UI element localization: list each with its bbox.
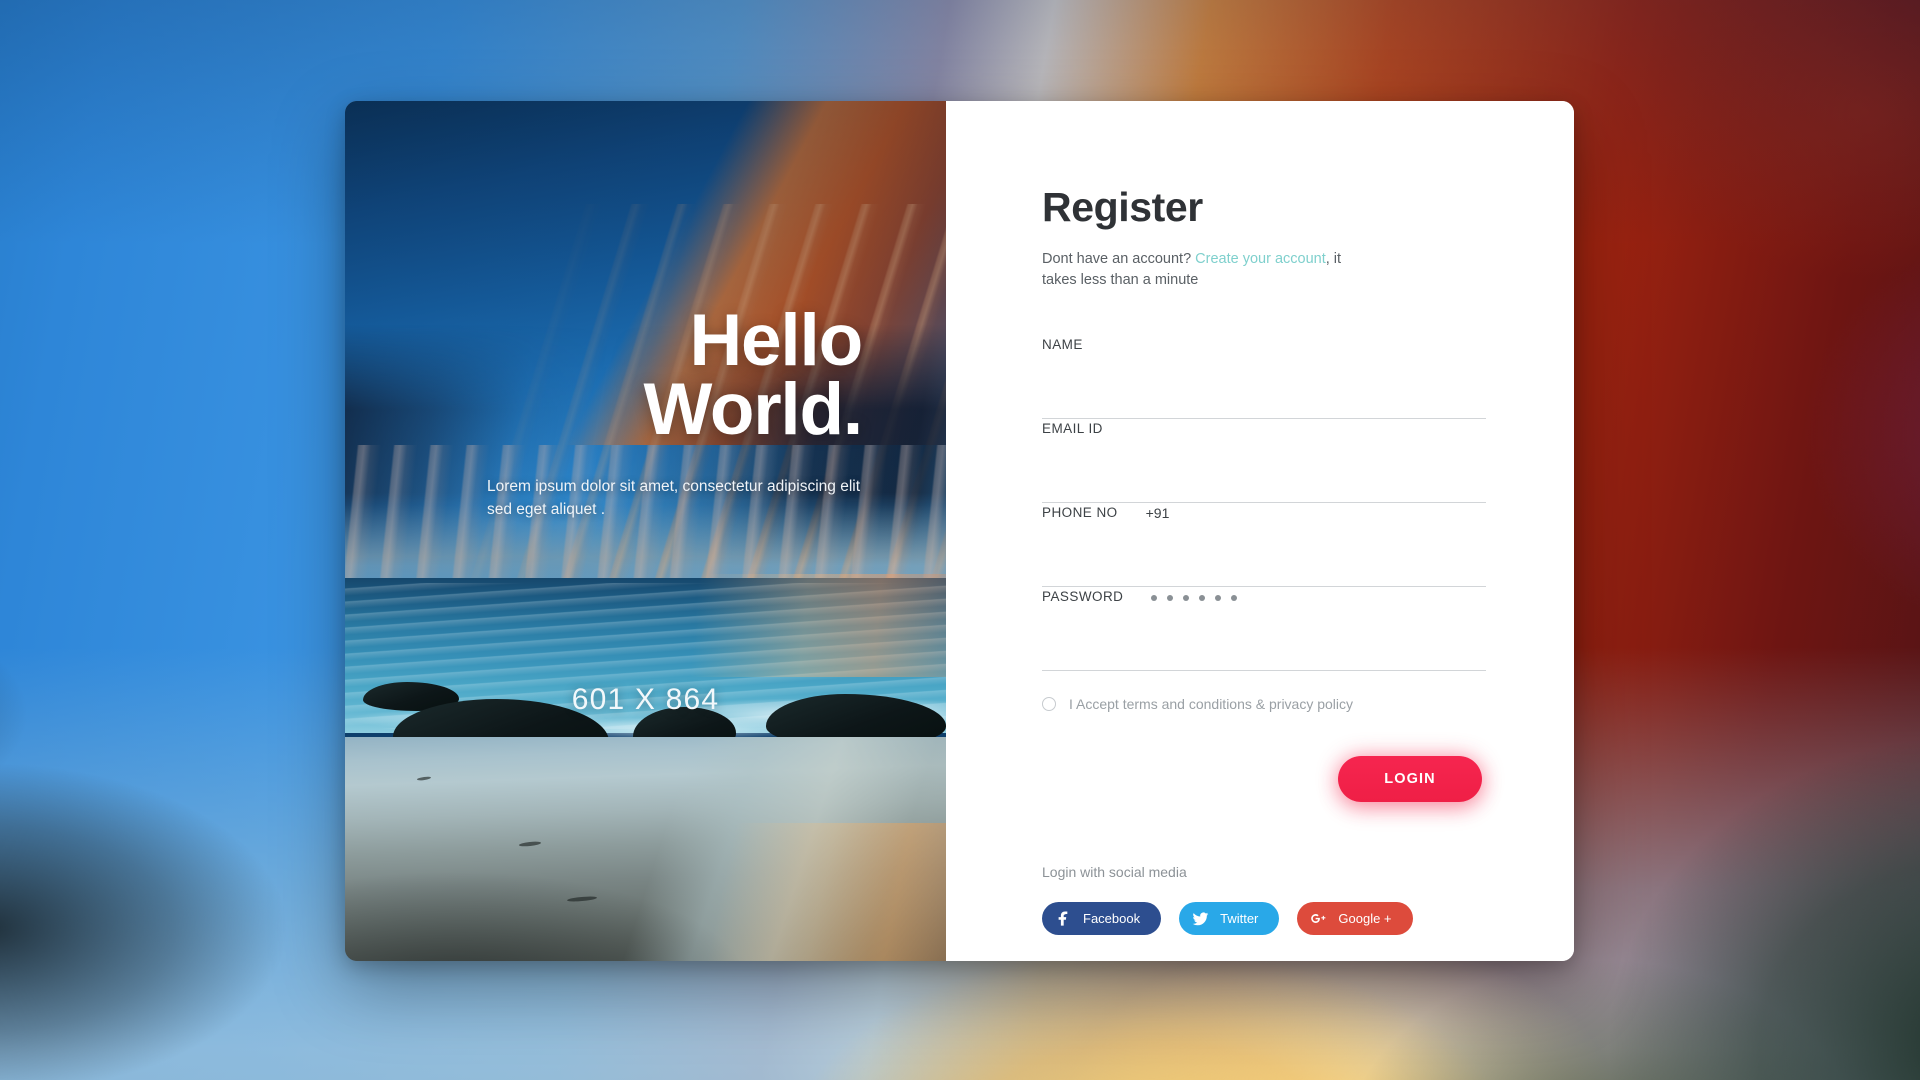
facebook-icon <box>1055 910 1072 927</box>
field-name[interactable]: NAME <box>1042 335 1486 420</box>
radio-unchecked-icon[interactable] <box>1042 697 1056 712</box>
accept-terms-label: I Accept terms and conditions & privacy … <box>1069 696 1354 713</box>
twitter-label: Twitter <box>1220 911 1259 927</box>
sand-shadow <box>345 737 946 961</box>
field-password[interactable]: PASSWORD <box>1042 587 1486 672</box>
field-label-email: EMAIL ID <box>1042 421 1103 437</box>
submit-row: LOGIN <box>1042 756 1486 803</box>
facebook-label: Facebook <box>1083 911 1141 927</box>
image-dimension-label: 601 X 864 <box>571 683 720 716</box>
social-login-buttons: Facebook Twitter Google + <box>1042 902 1486 936</box>
google-plus-label: Google + <box>1338 911 1392 927</box>
field-label-phone: PHONE NO <box>1042 505 1118 521</box>
google-plus-login-button[interactable]: Google + <box>1297 902 1413 936</box>
register-card: Hello World. Lorem ipsum dolor sit amet,… <box>345 101 1574 961</box>
twitter-icon <box>1192 910 1209 927</box>
hero-text-block: Hello World. Lorem ipsum dolor sit amet,… <box>432 304 863 522</box>
password-dot <box>1151 594 1158 601</box>
password-dot <box>1167 594 1174 601</box>
field-phone[interactable]: PHONE NO +91 <box>1042 503 1486 588</box>
signup-hint-prefix: Dont have an account? <box>1042 251 1196 267</box>
login-button[interactable]: LOGIN <box>1338 756 1482 803</box>
password-masked-value[interactable] <box>1151 587 1238 606</box>
signup-hint: Dont have an account? Create your accoun… <box>1042 249 1362 290</box>
password-dot <box>1183 594 1190 601</box>
password-dot <box>1199 594 1206 601</box>
hero-subtext: Lorem ipsum dolor sit amet, consectetur … <box>487 477 861 519</box>
accept-terms-row[interactable]: I Accept terms and conditions & privacy … <box>1042 696 1486 712</box>
register-form-panel: Register Dont have an account? Create yo… <box>946 101 1574 961</box>
social-login-title: Login with social media <box>1042 864 1187 881</box>
create-account-link[interactable]: Create your account <box>1195 251 1326 267</box>
password-dot <box>1231 594 1238 601</box>
field-email[interactable]: EMAIL ID <box>1042 419 1486 504</box>
hero-heading: Hello World. <box>432 304 863 451</box>
google-plus-icon <box>1310 910 1327 927</box>
form-fields: NAME EMAIL ID PHONE NO +91 PASSWORD <box>1042 335 1486 672</box>
field-label-password: PASSWORD <box>1042 589 1124 605</box>
page-title: Register <box>1042 184 1203 230</box>
field-label-name: NAME <box>1042 337 1083 353</box>
password-dot <box>1215 594 1222 601</box>
twitter-login-button[interactable]: Twitter <box>1179 902 1280 936</box>
hero-heading-line-2: World. <box>643 369 863 451</box>
facebook-login-button[interactable]: Facebook <box>1042 902 1162 936</box>
hero-image-panel: Hello World. Lorem ipsum dolor sit amet,… <box>345 101 946 961</box>
field-value-phone[interactable]: +91 <box>1146 503 1170 521</box>
ocean-sun-reflection <box>345 574 946 678</box>
